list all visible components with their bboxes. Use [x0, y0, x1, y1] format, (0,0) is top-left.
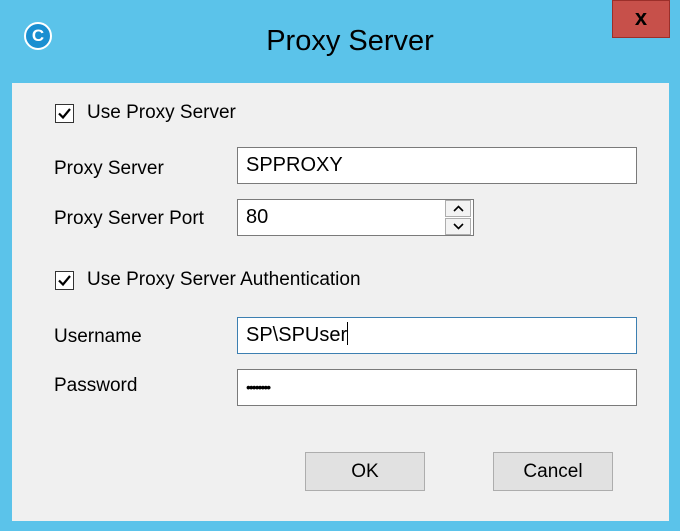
proxy-server-label: Proxy Server: [54, 158, 164, 179]
ok-button[interactable]: OK: [305, 452, 425, 491]
use-auth-label: Use Proxy Server Authentication: [87, 269, 361, 290]
proxy-port-label: Proxy Server Port: [54, 208, 204, 229]
window-title: Proxy Server: [266, 25, 434, 57]
chevron-down-icon: [453, 223, 464, 230]
text-caret: [347, 322, 349, 345]
checkmark-icon: [58, 108, 71, 120]
use-proxy-checkbox[interactable]: [55, 104, 74, 123]
use-auth-checkbox[interactable]: [55, 271, 74, 290]
checkmark-icon: [58, 275, 71, 287]
password-input[interactable]: ••••••••: [237, 369, 637, 406]
dialog-body: Use Proxy Server Proxy Server SPPROXY Pr…: [12, 83, 669, 521]
username-label: Username: [54, 326, 142, 347]
port-spin-up-button[interactable]: [445, 200, 471, 217]
chevron-up-icon: [453, 205, 464, 212]
title-bar: C Proxy Server x: [0, 0, 680, 82]
use-proxy-label: Use Proxy Server: [87, 102, 236, 123]
username-input[interactable]: SP\SPUser: [237, 317, 637, 354]
proxy-server-dialog: C Proxy Server x Use Proxy Server Proxy …: [0, 0, 680, 531]
password-label: Password: [54, 375, 138, 396]
cancel-button[interactable]: Cancel: [493, 452, 613, 491]
username-value: SP\SPUser: [246, 324, 348, 346]
proxy-port-input[interactable]: 80: [237, 199, 474, 236]
proxy-port-value: 80: [246, 206, 269, 228]
close-button[interactable]: x: [612, 0, 670, 38]
proxy-server-input[interactable]: SPPROXY: [237, 147, 637, 184]
port-spin-down-button[interactable]: [445, 218, 471, 235]
port-spinner: [445, 200, 471, 235]
